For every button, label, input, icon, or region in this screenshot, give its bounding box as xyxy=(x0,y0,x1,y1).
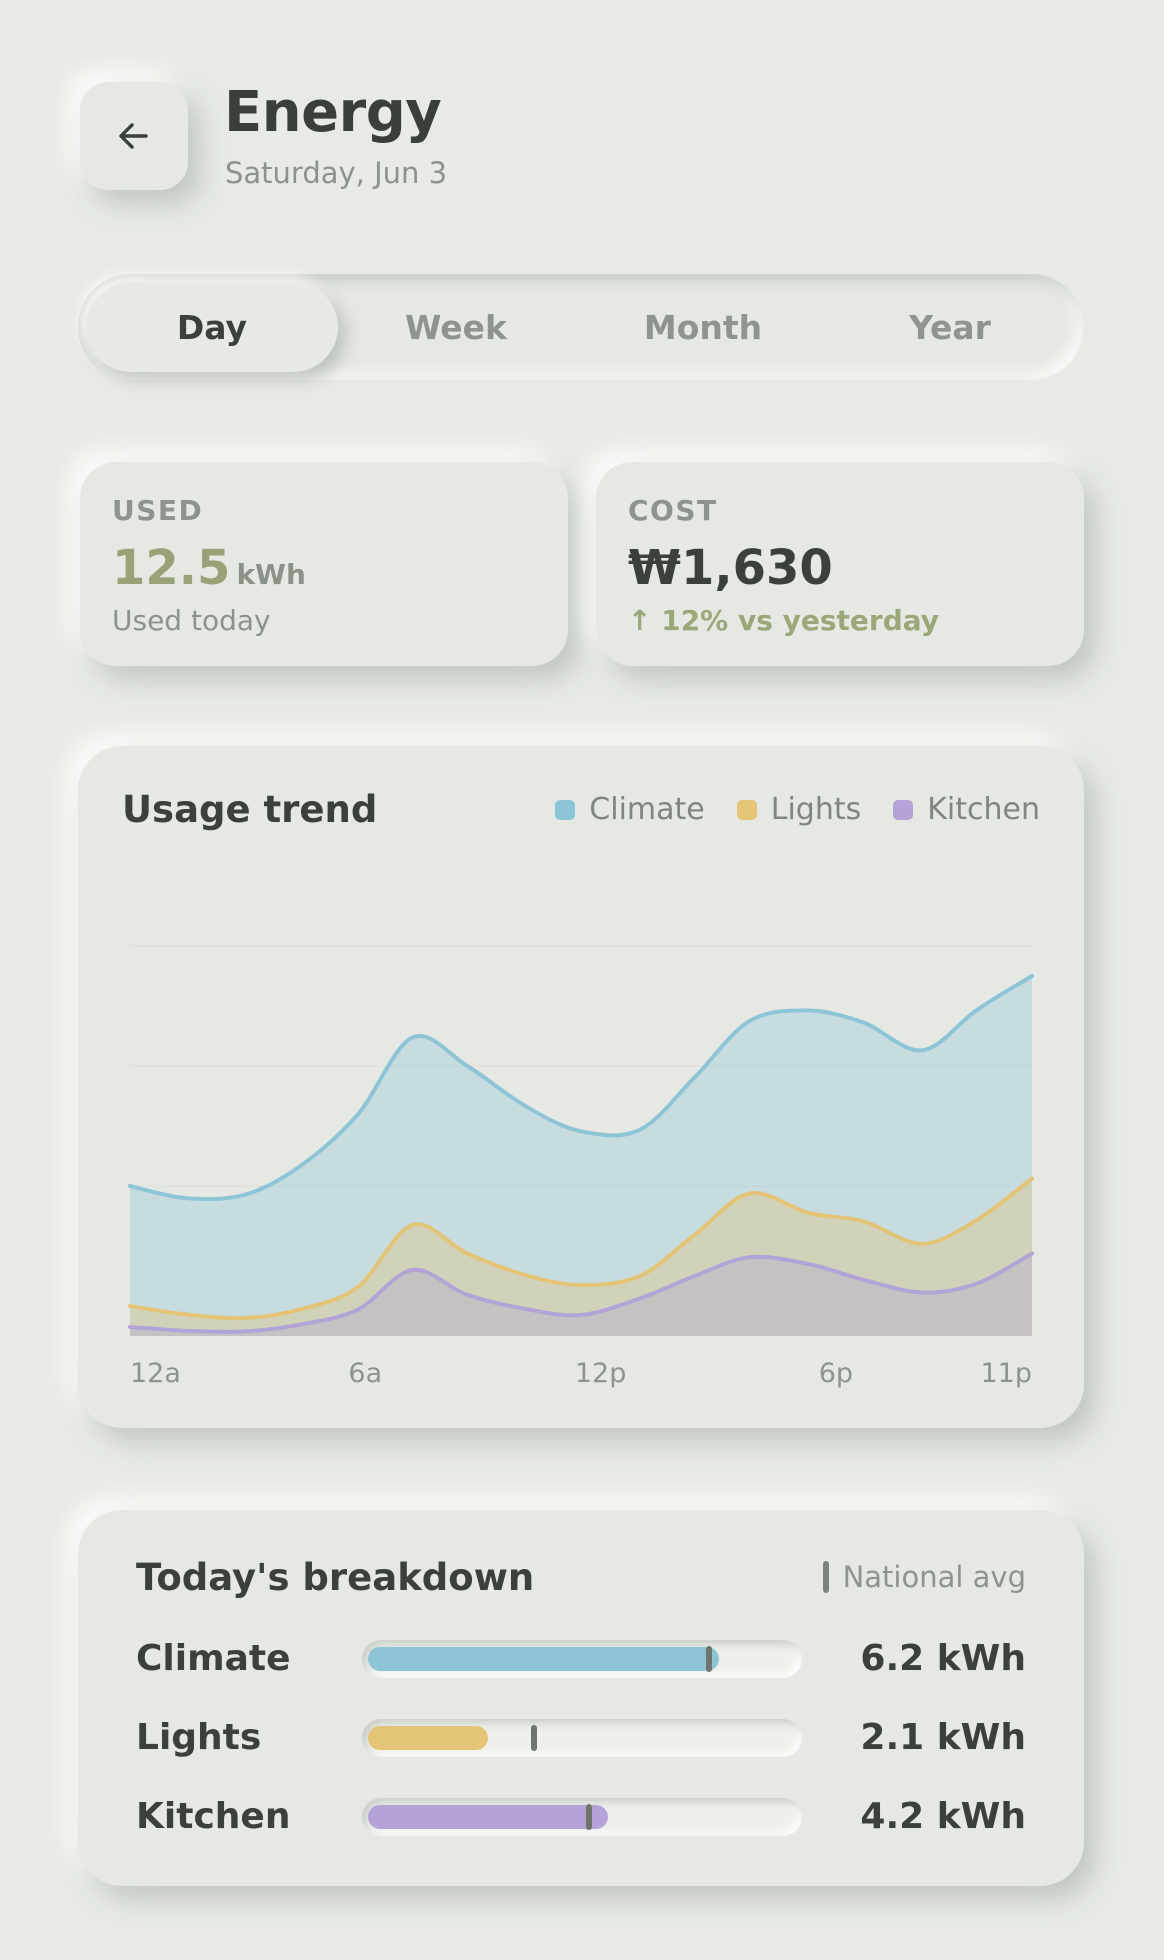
breakdown-row-kitchen: Kitchen 4.2 kWh xyxy=(78,1788,1084,1848)
used-value: 12.5 xyxy=(112,540,231,596)
usage-area-chart: 12a 6a 12p 6p 11p xyxy=(128,945,1034,1389)
cost-label: COST xyxy=(628,494,718,527)
breakdown-bar-fill xyxy=(368,1647,719,1671)
national-avg-label: National avg xyxy=(842,1560,1026,1594)
breakdown-name: Lights xyxy=(136,1717,262,1758)
used-label: USED xyxy=(112,494,204,527)
used-sub: Used today xyxy=(112,604,271,637)
breakdown-bar-fill xyxy=(368,1805,608,1829)
tab-month[interactable]: Month xyxy=(577,282,829,372)
used-card: USED 12.5 kWh Used today xyxy=(80,462,568,666)
breakdown-avg-tick xyxy=(586,1804,592,1830)
period-tabs: Day Week Month Year xyxy=(78,274,1084,380)
breakdown-bar xyxy=(362,1719,802,1757)
avg-marker-icon xyxy=(822,1561,829,1593)
breakdown-value: 2.1 kWh xyxy=(860,1717,1026,1758)
tab-year[interactable]: Year xyxy=(824,282,1076,372)
x-tick-label: 6p xyxy=(819,1358,853,1389)
tab-day[interactable]: Day xyxy=(86,282,338,372)
breakdown-avg-tick xyxy=(706,1646,712,1672)
cost-card: COST ₩1,630 ↑ 12% vs yesterday xyxy=(596,462,1084,666)
x-tick-label: 12p xyxy=(575,1358,627,1389)
arrow-left-icon xyxy=(119,123,148,149)
breakdown-bar-fill xyxy=(368,1726,488,1750)
cost-change: ↑ 12% vs yesterday xyxy=(628,604,940,637)
breakdown-name: Climate xyxy=(136,1638,291,1679)
cost-value: ₩1,630 xyxy=(628,540,833,596)
breakdown-name: Kitchen xyxy=(136,1796,291,1837)
x-tick-label: 12a xyxy=(130,1358,181,1389)
usage-trend-card: Usage trend Climate Lights Kitchen 12a 6a… xyxy=(78,746,1084,1428)
used-unit: kWh xyxy=(236,558,306,591)
breakdown-bar xyxy=(362,1798,802,1836)
x-tick-label: 11p xyxy=(981,1358,1033,1389)
page-date: Saturday, Jun 3 xyxy=(225,156,448,190)
breakdown-title: Today's breakdown xyxy=(136,1556,535,1599)
breakdown-value: 4.2 kWh xyxy=(860,1796,1026,1837)
breakdown-value: 6.2 kWh xyxy=(860,1638,1026,1679)
breakdown-bar xyxy=(362,1640,802,1678)
x-tick-label: 6a xyxy=(348,1358,382,1389)
breakdown-row-climate: Climate 6.2 kWh xyxy=(78,1630,1084,1690)
used-value-row: 12.5 kWh xyxy=(112,540,306,596)
national-avg-legend: National avg xyxy=(822,1560,1026,1594)
page-title: Energy xyxy=(224,80,442,145)
back-button[interactable] xyxy=(80,82,188,190)
tab-week[interactable]: Week xyxy=(330,282,582,372)
breakdown-avg-tick xyxy=(531,1725,537,1751)
breakdown-row-lights: Lights 2.1 kWh xyxy=(78,1709,1084,1769)
breakdown-card: Today's breakdown National avg Climate 6… xyxy=(78,1510,1084,1886)
